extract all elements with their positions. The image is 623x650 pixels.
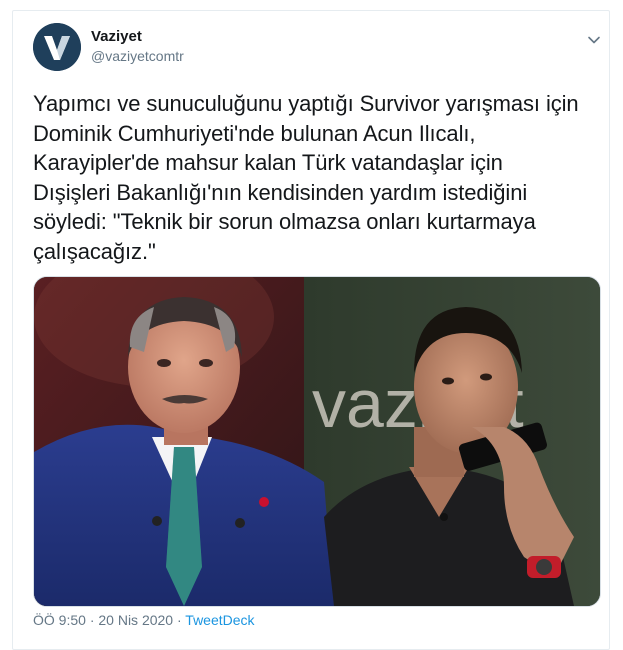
- avatar[interactable]: [33, 23, 81, 71]
- tweet-text-line: söyledi: "Teknik bir sorun olmazsa onlar…: [33, 209, 536, 234]
- meta-separator: ·: [89, 612, 95, 628]
- tweet-header: Vaziyet @vaziyetcomtr: [33, 23, 603, 73]
- tweet-meta: ÖÖ 9:50 · 20 Nis 2020 · TweetDeck: [33, 612, 255, 628]
- tweet-text-line: Dışişleri Bakanlığı'nın kendisinden yard…: [33, 179, 528, 205]
- author-display-name[interactable]: Vaziyet: [91, 27, 184, 47]
- tweet-text-line: çalışacağız.": [33, 238, 156, 264]
- author-handle[interactable]: @vaziyetcomtr: [91, 47, 184, 65]
- tweet-time[interactable]: ÖÖ 9:50: [33, 612, 86, 628]
- tweet-text: Yapımcı ve sunuculuğunu yaptığı Survivor…: [33, 89, 593, 266]
- tweet-text-line: Karayipler'de mahsur kalan Türk vatandaş…: [33, 150, 503, 175]
- tweet-source-link[interactable]: TweetDeck: [185, 612, 254, 628]
- tweet-photo[interactable]: vaziyet: [33, 276, 601, 607]
- tweet-text-line: Yapımcı ve sunuculuğunu yaptığı Survivor…: [33, 91, 579, 116]
- author-names[interactable]: Vaziyet @vaziyetcomtr: [91, 27, 184, 65]
- chevron-down-icon[interactable]: [585, 31, 603, 49]
- photo-two-men: vaziyet: [34, 277, 600, 606]
- tweet-card: Vaziyet @vaziyetcomtr Yapımcı ve sunucul…: [12, 10, 610, 650]
- meta-separator: ·: [176, 612, 182, 628]
- tweet-text-line: Dominik Cumhuriyeti'nde bulunan Acun Ilı…: [33, 120, 476, 146]
- vaziyet-logo-icon: [33, 23, 81, 71]
- tweet-date[interactable]: 20 Nis 2020: [98, 612, 173, 628]
